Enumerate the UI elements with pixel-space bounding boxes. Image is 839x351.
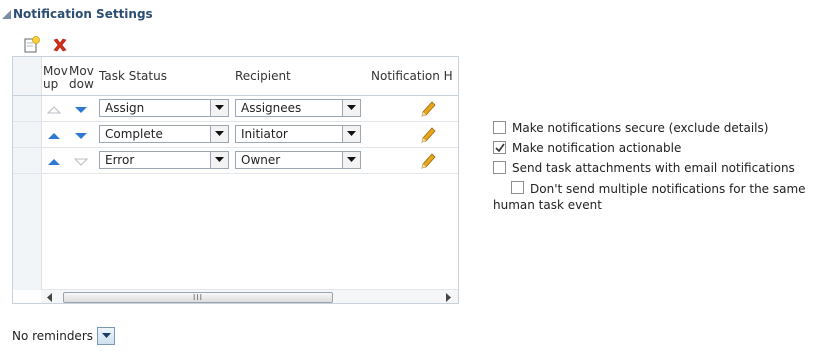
column-header-task-status[interactable]: Task Status — [99, 57, 229, 95]
scrollbar-grip: III — [192, 292, 204, 302]
dropdown-arrow-icon[interactable] — [210, 126, 228, 142]
task-status-value: Complete — [105, 127, 163, 141]
move-down-arrow-icon[interactable] — [74, 104, 88, 114]
recipient-value: Initiator — [241, 127, 288, 141]
option-attachments[interactable]: Send task attachments with email notific… — [493, 160, 795, 176]
dropdown-arrow-icon[interactable] — [342, 100, 360, 116]
dropdown-arrow-icon[interactable] — [210, 152, 228, 168]
table-header: Mov up Mov dow Task Status Recipient Not… — [13, 57, 458, 96]
option-label: Make notification actionable — [512, 141, 682, 155]
collapse-triangle-icon[interactable] — [2, 10, 11, 19]
recipient-value: Owner — [241, 153, 281, 167]
dropdown-arrow-icon[interactable] — [97, 327, 115, 345]
option-label: Send task attachments with email notific… — [512, 161, 795, 175]
recipient-select[interactable]: Owner — [235, 151, 361, 169]
dropdown-arrow-icon[interactable] — [210, 100, 228, 116]
move-up-arrow-icon[interactable] — [47, 130, 61, 140]
table-row[interactable]: Assign Assignees — [13, 96, 458, 122]
row-selector[interactable] — [13, 122, 42, 147]
move-down-arrow-icon[interactable] — [74, 130, 88, 140]
recipient-select[interactable]: Assignees — [235, 99, 361, 117]
add-row-icon[interactable] — [22, 35, 42, 55]
delete-row-icon[interactable] — [50, 35, 70, 55]
checkmark-icon — [494, 143, 505, 152]
recipient-select[interactable]: Initiator — [235, 125, 361, 143]
dropdown-arrow-icon[interactable] — [342, 152, 360, 168]
scrollbar-thumb[interactable]: III — [63, 292, 333, 303]
notifications-table: Mov up Mov dow Task Status Recipient Not… — [12, 56, 459, 304]
option-label: Don't send multiple notifications for th… — [493, 180, 833, 213]
table-row[interactable]: Complete Initiator — [13, 122, 458, 148]
task-status-value: Assign — [105, 101, 145, 115]
task-status-select[interactable]: Error — [99, 151, 229, 169]
edit-pencil-icon[interactable] — [418, 99, 438, 119]
option-label-text: Don't send multiple notifications for th… — [493, 182, 806, 212]
row-selector[interactable] — [13, 148, 42, 173]
edit-pencil-icon[interactable] — [418, 151, 438, 171]
checkbox-checked[interactable] — [493, 141, 506, 154]
checkbox[interactable] — [493, 121, 506, 134]
dropdown-arrow-icon[interactable] — [342, 126, 360, 142]
checkbox[interactable] — [493, 161, 506, 174]
option-secure[interactable]: Make notifications secure (exclude detai… — [493, 120, 768, 136]
edit-pencil-icon[interactable] — [418, 125, 438, 145]
task-status-select[interactable]: Assign — [99, 99, 229, 117]
table-toolbar — [22, 35, 70, 55]
table-row[interactable]: Error Owner — [13, 148, 458, 174]
row-selector[interactable] — [13, 96, 42, 121]
reminders-value: No reminders — [12, 329, 93, 343]
scroll-right-arrow-icon[interactable] — [444, 292, 454, 302]
column-header-notification-header[interactable]: Notification H — [371, 57, 458, 95]
move-down-arrow-icon — [73, 156, 89, 166]
reminders-select[interactable]: No reminders — [12, 327, 115, 345]
selector-column-header — [13, 57, 42, 95]
move-up-arrow-icon — [46, 104, 62, 114]
recipient-value: Assignees — [241, 101, 302, 115]
checkbox[interactable] — [511, 181, 524, 194]
option-no-multiple[interactable]: Don't send multiple notifications for th… — [493, 180, 839, 213]
horizontal-scrollbar[interactable]: III — [41, 289, 458, 303]
move-up-arrow-icon[interactable] — [47, 156, 61, 166]
section-title: Notification Settings — [13, 7, 153, 21]
task-status-value: Error — [105, 153, 135, 167]
scroll-left-arrow-icon[interactable] — [45, 292, 55, 302]
task-status-select[interactable]: Complete — [99, 125, 229, 143]
column-header-recipient[interactable]: Recipient — [235, 57, 363, 95]
option-label: Make notifications secure (exclude detai… — [512, 121, 769, 135]
option-actionable[interactable]: Make notification actionable — [493, 140, 681, 156]
section-header[interactable]: Notification Settings — [2, 6, 153, 22]
